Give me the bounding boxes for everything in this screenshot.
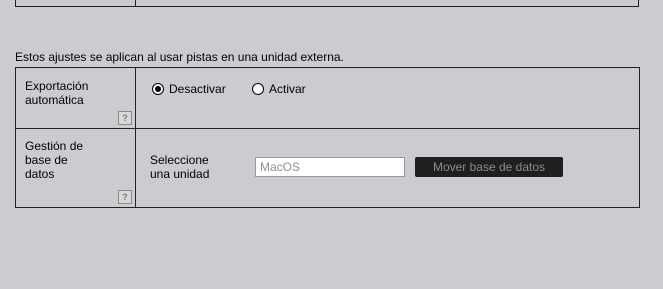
help-icon[interactable]: ? [118, 111, 132, 125]
database-management-label: Gestión de base de datos [25, 139, 84, 181]
auto-export-value-cell: Desactivar Activar [136, 68, 639, 128]
radio-option-label: Desactivar [169, 82, 226, 96]
drive-input[interactable] [255, 157, 405, 177]
database-management-label-cell: Gestión de base de datos ? [16, 128, 136, 207]
radio-option-desactivar[interactable]: Desactivar [152, 82, 226, 96]
select-drive-label: Seleccione una unidad [150, 153, 210, 181]
external-drive-intro-text: Estos ajustes se aplican al usar pistas … [15, 50, 344, 64]
database-management-row: Gestión de base de datos ? Seleccione un… [16, 128, 639, 207]
radio-option-label: Activar [269, 82, 306, 96]
database-management-value-cell: Seleccione una unidad Mover base de dato… [136, 128, 639, 207]
move-database-button[interactable]: Mover base de datos [415, 157, 563, 177]
external-drive-settings-table: Exportación automática ? Desactivar Acti… [15, 67, 640, 208]
radio-selected-icon[interactable] [152, 83, 164, 95]
help-icon[interactable]: ? [118, 190, 132, 204]
previous-settings-table-edge [15, 0, 639, 7]
radio-unselected-icon[interactable] [252, 83, 264, 95]
auto-export-label-cell: Exportación automática ? [16, 68, 136, 128]
radio-option-activar[interactable]: Activar [252, 82, 306, 96]
auto-export-row: Exportación automática ? Desactivar Acti… [16, 68, 639, 129]
auto-export-label: Exportación automática [25, 79, 89, 107]
table-column-divider [135, 0, 136, 6]
